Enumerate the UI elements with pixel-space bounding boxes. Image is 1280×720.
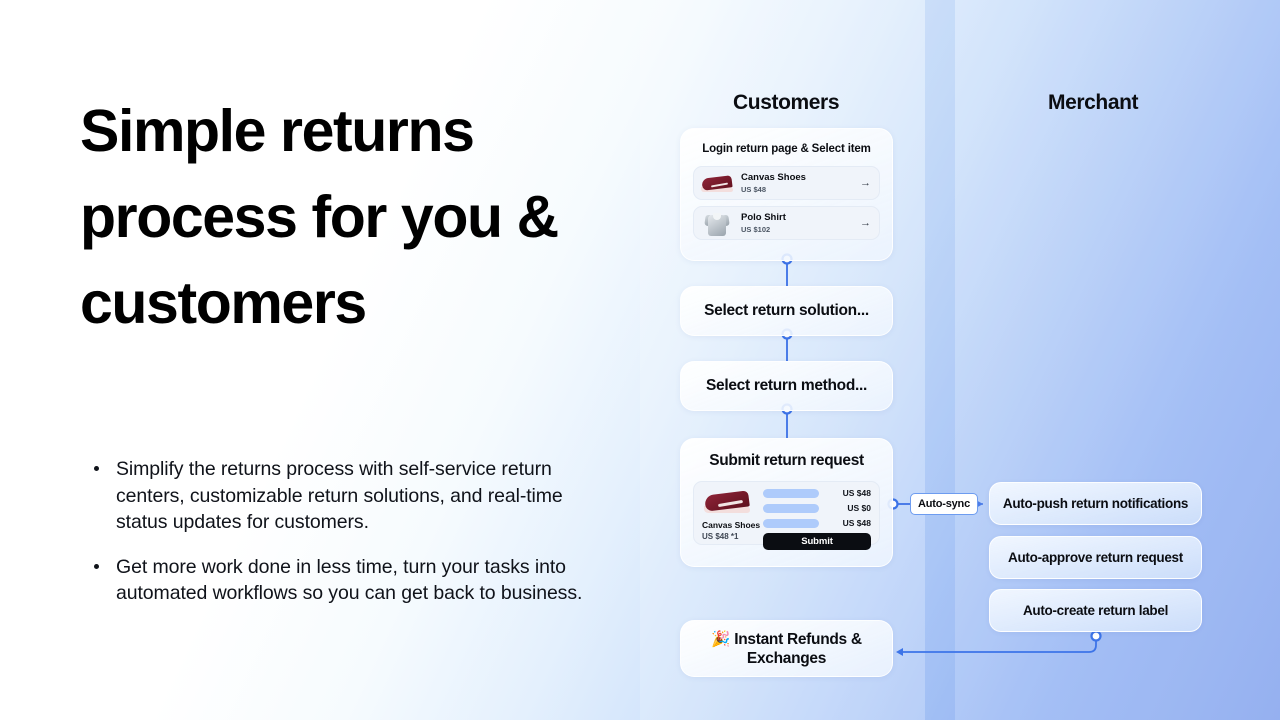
column-title-customers-label: Customers — [733, 91, 840, 114]
shoe-icon — [704, 489, 750, 513]
product-info: Polo Shirt US $102 — [735, 212, 860, 235]
auto-sync-badge: Auto-sync — [910, 493, 978, 515]
arrow-right-icon[interactable]: → — [860, 177, 871, 189]
card-submit-title: Submit return request — [709, 452, 864, 469]
placeholder-bar — [763, 503, 819, 513]
merchant-node-label: Auto-push return notifications — [1002, 496, 1189, 511]
placeholder-bar — [763, 488, 819, 498]
card-login-title: Login return page & Select item — [702, 143, 871, 155]
arrow-right-icon[interactable]: → — [860, 217, 871, 229]
list-item-canvas-shoes[interactable]: Canvas Shoes US $48 → — [693, 166, 880, 200]
product-price: US $48 — [741, 184, 767, 194]
step-label: Select return method... — [705, 377, 868, 394]
column-title-merchant-label: Merchant — [1048, 91, 1139, 114]
merchant-node-label: Auto-create return label — [1022, 603, 1169, 618]
merchant-node-label: Auto-approve return request — [1008, 550, 1183, 565]
amount-row: US $0 — [763, 503, 871, 513]
column-title-customers: Customers — [733, 91, 840, 118]
instant-refunds-label: Instant Refunds & — [734, 630, 862, 648]
product-name: Polo Shirt — [741, 211, 786, 223]
product-name: Canvas Shoes — [741, 171, 806, 183]
merchant-node-auto-approve[interactable]: Auto-approve return request — [989, 536, 1202, 579]
card-instant-refunds-exchanges[interactable]: 🎉 Instant Refunds & Exchanges — [680, 620, 893, 677]
amount-row: US $48 — [763, 488, 871, 498]
amount-value: US $48 — [842, 488, 871, 498]
card-login-select-item[interactable]: Login return page & Select item Canvas S… — [680, 128, 893, 261]
shirt-icon — [699, 209, 735, 237]
returns-flow-diagram: Customers Merchant Login return page & S… — [0, 0, 1280, 720]
product-info: Canvas Shoes US $48 — [735, 172, 860, 195]
instant-refunds-line-2: Exchanges — [746, 649, 827, 667]
submit-amounts: US $48 US $0 US $48 Submit — [763, 488, 871, 550]
submit-panel: Canvas Shoes US $48 *1 US $48 US $0 US $… — [693, 481, 880, 550]
merchant-node-auto-create-label[interactable]: Auto-create return label — [989, 589, 1202, 632]
shoe-icon — [699, 169, 735, 197]
step-select-return-solution[interactable]: Select return solution... — [680, 286, 893, 336]
submit-button[interactable]: Submit — [763, 533, 871, 550]
step-label: Select return solution... — [704, 302, 869, 319]
amount-row: US $48 — [763, 518, 871, 528]
amount-value: US $48 — [842, 518, 871, 528]
step-select-return-method[interactable]: Select return method... — [680, 361, 893, 411]
merchant-node-auto-push[interactable]: Auto-push return notifications — [989, 482, 1202, 525]
instant-refunds-line-1: 🎉 Instant Refunds & — [711, 630, 862, 649]
slide-canvas: Simple returns process for you & custome… — [0, 0, 1280, 720]
product-price: US $102 — [741, 224, 771, 234]
card-submit-return-request[interactable]: Submit return request Canvas Shoes US $4… — [680, 438, 893, 567]
column-title-merchant: Merchant — [1048, 91, 1139, 118]
auto-sync-label: Auto-sync — [918, 498, 970, 510]
list-item-polo-shirt[interactable]: Polo Shirt US $102 → — [693, 206, 880, 240]
party-popper-icon: 🎉 — [711, 630, 731, 648]
amount-value: US $0 — [847, 503, 871, 513]
placeholder-bar — [763, 518, 819, 528]
